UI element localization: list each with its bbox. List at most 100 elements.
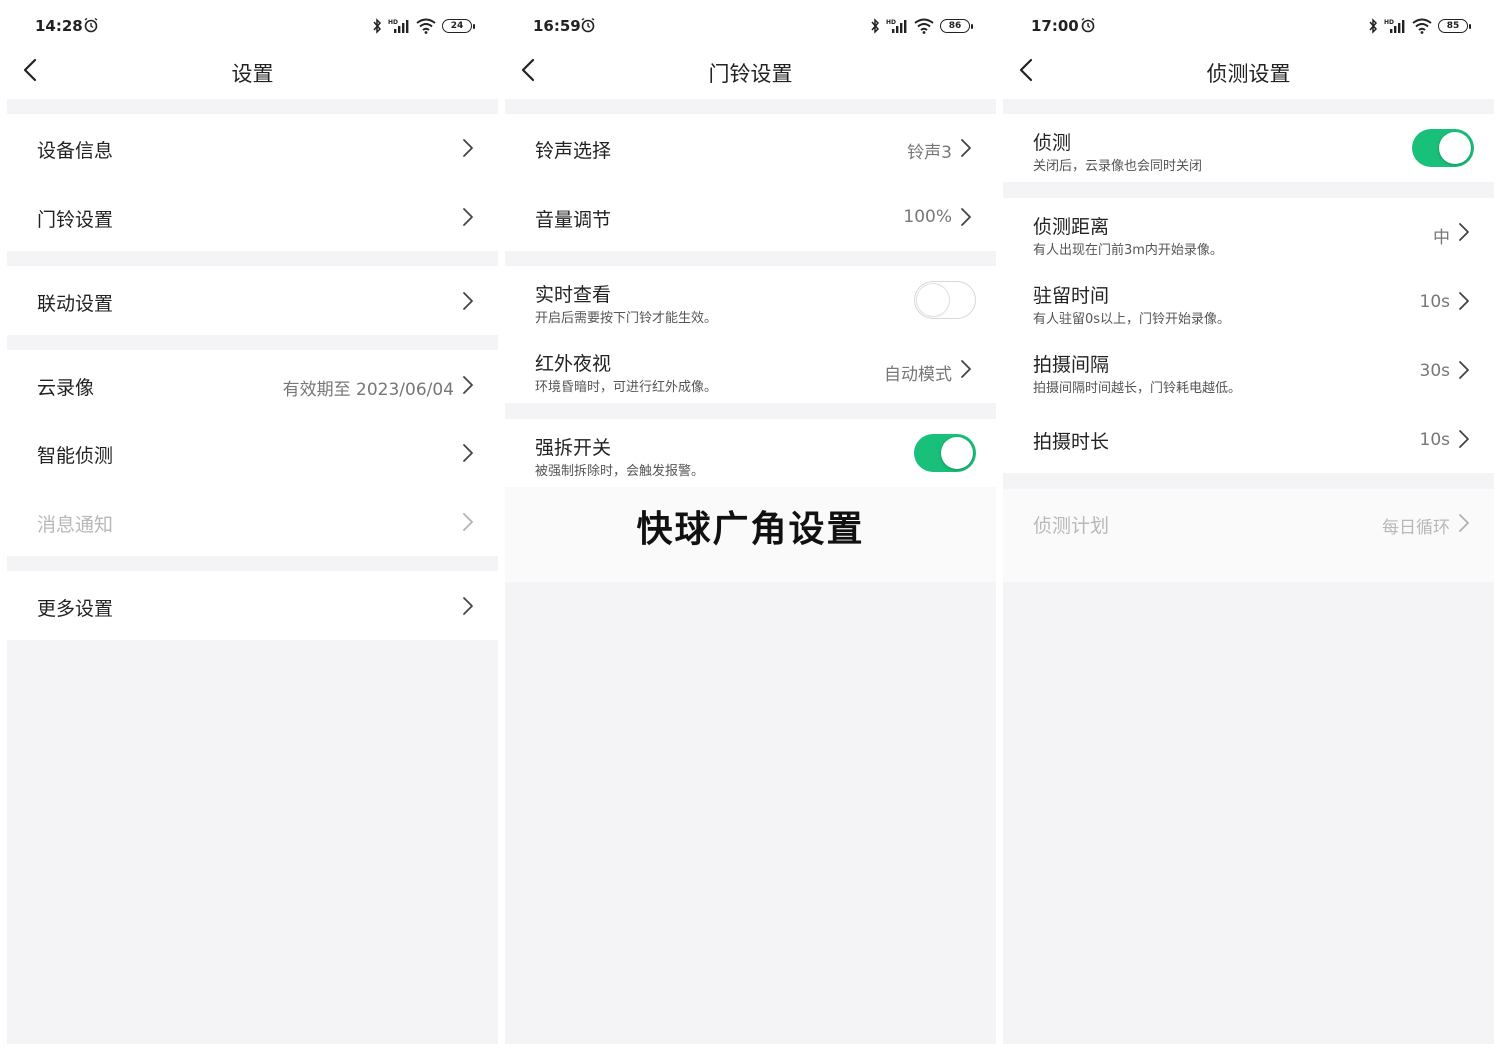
row-label: 更多设置 [37,598,114,620]
row-label: 消息通知 [37,514,114,536]
signal-icon [886,18,908,34]
signal-icon [388,18,410,34]
page-title: 设置 [231,62,274,86]
chevron-right-icon [1458,513,1470,533]
row-value: 100% [903,207,952,227]
top-bar: 17:00 85 侦测设置 [1003,0,1494,99]
row-label: 侦测计划 [1033,515,1110,537]
row-detection: 侦测 关闭后，云录像也会同时关闭 [1003,114,1494,182]
detection-toggle[interactable] [1412,129,1474,167]
settings-group: 实时查看 开启后需要按下门铃才能生效。 红外夜视 环境昏暗时，可进行红外成像。 … [505,266,996,403]
row-linkage-settings[interactable]: 联动设置 [7,266,498,335]
wifi-icon [416,18,436,34]
status-icons: 85 [1368,16,1471,36]
live-view-toggle[interactable] [914,281,976,319]
status-time: 14:28 [35,17,83,35]
settings-group: 联动设置 [7,266,498,335]
alarm-icon [83,17,99,33]
chevron-right-icon [1458,429,1470,449]
row-label: 红外夜视 [535,353,612,375]
row-value: 有效期至 2023/06/04 [282,380,454,400]
row-capture-duration[interactable]: 拍摄时长 10s [1003,405,1494,473]
bluetooth-icon [1368,18,1378,34]
status-icons: 24 [372,16,475,36]
row-dwell-time[interactable]: 驻留时间 有人驻留0s以上，门铃开始录像。 10s [1003,267,1494,335]
settings-group: 更多设置 [7,571,498,640]
settings-group: 强拆开关 被强制拆除时，会触发报警。 [505,419,996,487]
chevron-right-icon [960,207,972,227]
row-label: 实时查看 [535,284,612,306]
row-label: 云录像 [37,377,95,399]
row-label: 联动设置 [37,293,114,315]
row-description: 拍摄间隔时间越长，门铃耗电越低。 [1033,381,1242,396]
battery-icon: 85 [1438,19,1471,33]
row-tamper-switch: 强拆开关 被强制拆除时，会触发报警。 [505,419,996,487]
row-description: 有人出现在门前3m内开始录像。 [1033,243,1223,258]
row-description: 有人驻留0s以上，门铃开始录像。 [1033,312,1231,327]
chevron-right-icon [462,375,474,395]
chevron-right-icon [462,138,474,158]
bluetooth-icon [870,18,880,34]
toggle-knob [941,437,973,469]
row-doorbell-settings[interactable]: 门铃设置 [7,183,498,251]
chevron-right-icon [1458,291,1470,311]
chevron-right-icon [462,512,474,532]
tamper-toggle[interactable] [914,434,976,472]
row-value: 中 [1433,228,1450,248]
wifi-icon [914,18,934,34]
row-ringtone[interactable]: 铃声选择 铃声3 [505,114,996,182]
toggle-knob [1439,132,1471,164]
row-notifications: 消息通知 [7,488,498,556]
settings-group: 铃声选择 铃声3 音量调节 100% [505,114,996,251]
row-description: 环境昏暗时，可进行红外成像。 [535,380,718,395]
row-label: 音量调节 [535,209,612,231]
settings-group: 侦测计划 每日循环 [1003,489,1494,582]
row-more-settings[interactable]: 更多设置 [7,571,498,640]
row-label: 拍摄间隔 [1033,354,1110,376]
row-description: 被强制拆除时，会触发报警。 [535,464,705,479]
battery-icon: 24 [442,19,475,33]
row-label: 设备信息 [37,140,114,162]
chevron-right-icon [462,596,474,616]
row-label: 智能侦测 [37,445,114,467]
row-detection-distance[interactable]: 侦测距离 有人出现在门前3m内开始录像。 中 [1003,198,1494,266]
row-detection-schedule: 侦测计划 每日循环 [1003,489,1494,557]
row-live-view: 实时查看 开启后需要按下门铃才能生效。 [505,266,996,334]
overlay-caption: 快球广角设置 [636,509,865,550]
row-volume[interactable]: 音量调节 100% [505,183,996,251]
settings-group: 侦测距离 有人出现在门前3m内开始录像。 中 驻留时间 有人驻留0s以上，门铃开… [1003,198,1494,473]
settings-screen: 14:28 24 设置 设备信息 门铃设置 联动设置 云录像 有效期至 2023… [7,0,498,1044]
row-label: 驻留时间 [1033,285,1110,307]
status-time: 16:59 [533,17,581,35]
row-device-info[interactable]: 设备信息 [7,114,498,182]
row-value: 自动模式 [884,365,952,385]
row-value: 10s [1419,292,1451,312]
row-night-vision[interactable]: 红外夜视 环境昏暗时，可进行红外成像。 自动模式 [505,335,996,403]
settings-group: 云录像 有效期至 2023/06/04 智能侦测 消息通知 [7,350,498,556]
status-icons: 86 [870,16,973,36]
row-value: 10s [1419,430,1451,450]
row-label: 门铃设置 [37,209,114,231]
chevron-right-icon [1458,222,1470,242]
toggle-knob [917,284,949,316]
settings-group: 设备信息 门铃设置 [7,114,498,251]
row-cloud-recording[interactable]: 云录像 有效期至 2023/06/04 [7,350,498,418]
status-time: 17:00 [1031,17,1079,35]
row-value: 30s [1419,361,1451,381]
row-value: 铃声3 [907,143,952,163]
signal-icon [1384,18,1406,34]
wifi-icon [1412,18,1432,34]
alarm-icon [580,17,596,33]
row-smart-detection[interactable]: 智能侦测 [7,419,498,487]
row-capture-interval[interactable]: 拍摄间隔 拍摄间隔时间越长，门铃耗电越低。 30s [1003,336,1494,404]
top-bar: 16:59 86 门铃设置 [505,0,996,99]
chevron-right-icon [462,207,474,227]
chevron-right-icon [960,138,972,158]
chevron-right-icon [462,443,474,463]
detection-settings-screen: 17:00 85 侦测设置 侦测 关闭后，云录像也会同时关闭 侦测距离 有人出现… [1003,0,1494,1044]
top-bar: 14:28 24 设置 [7,0,498,99]
bluetooth-icon [372,18,382,34]
row-label: 侦测距离 [1033,216,1110,238]
chevron-right-icon [960,359,972,379]
page-title: 门铃设置 [708,62,793,86]
